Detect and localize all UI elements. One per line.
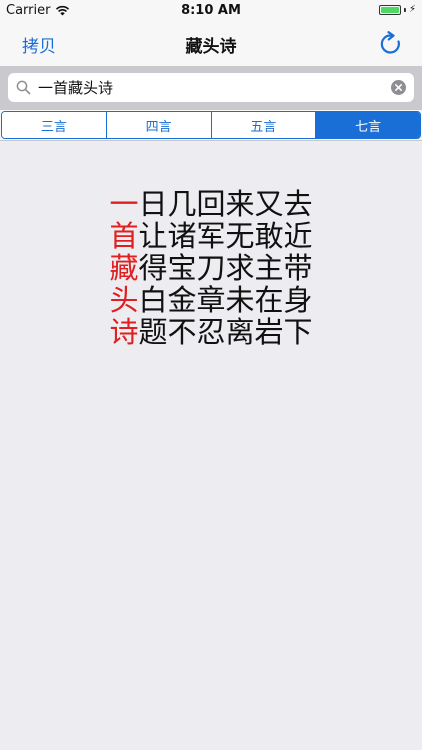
search-input[interactable]: [38, 73, 378, 102]
charging-bolt-icon: ⚡: [408, 4, 416, 15]
poem-head-char: 首: [109, 219, 139, 253]
poem-line: 首让诸军无敢近: [0, 220, 422, 252]
search-box[interactable]: [8, 73, 414, 102]
poem-line-text: 让诸军无敢近: [138, 219, 313, 253]
poem-line-text: 得宝刀求主带: [138, 251, 313, 285]
poem-line: 诗题不忍离岩下: [0, 316, 422, 348]
segmented-control: 三言 四言 五言 七言: [1, 111, 421, 139]
poem-line-text: 题不忍离岩下: [138, 315, 313, 349]
segment-seven-char[interactable]: 七言: [316, 112, 420, 138]
clear-icon[interactable]: [391, 80, 406, 95]
poem-line: 藏得宝刀求主带: [0, 252, 422, 284]
poem-line-text: 白金章未在身: [138, 283, 313, 317]
poem: 一日几回来又去 首让诸军无敢近 藏得宝刀求主带 头白金章未在身 诗题不忍离岩下: [0, 188, 422, 348]
battery-fill: [380, 6, 399, 13]
status-time: 8:10 AM: [181, 3, 241, 18]
poem-head-char: 头: [109, 283, 139, 317]
poem-line: 头白金章未在身: [0, 284, 422, 316]
navigation-bar: 拷贝 藏头诗: [0, 22, 422, 66]
segment-five-char[interactable]: 五言: [211, 112, 317, 138]
divider: [0, 140, 422, 141]
page-title: 藏头诗: [185, 37, 237, 57]
segment-three-char[interactable]: 三言: [2, 112, 107, 138]
poem-head-char: 藏: [109, 251, 139, 285]
segment-bar: 三言 四言 五言 七言: [0, 110, 422, 140]
poem-head-char: 一: [109, 187, 139, 221]
battery-cap: [403, 7, 406, 12]
status-right: ⚡: [378, 4, 416, 15]
battery-icon: [378, 4, 401, 15]
poem-head-char: 诗: [109, 315, 139, 349]
search-bar: [0, 66, 422, 110]
search-icon: [16, 80, 31, 95]
refresh-icon[interactable]: [378, 31, 404, 57]
poem-line: 一日几回来又去: [0, 188, 422, 220]
segment-four-char[interactable]: 四言: [106, 112, 212, 138]
poem-line-text: 日几回来又去: [138, 187, 313, 221]
status-bar: Carrier 8:10 AM ⚡: [0, 0, 422, 22]
